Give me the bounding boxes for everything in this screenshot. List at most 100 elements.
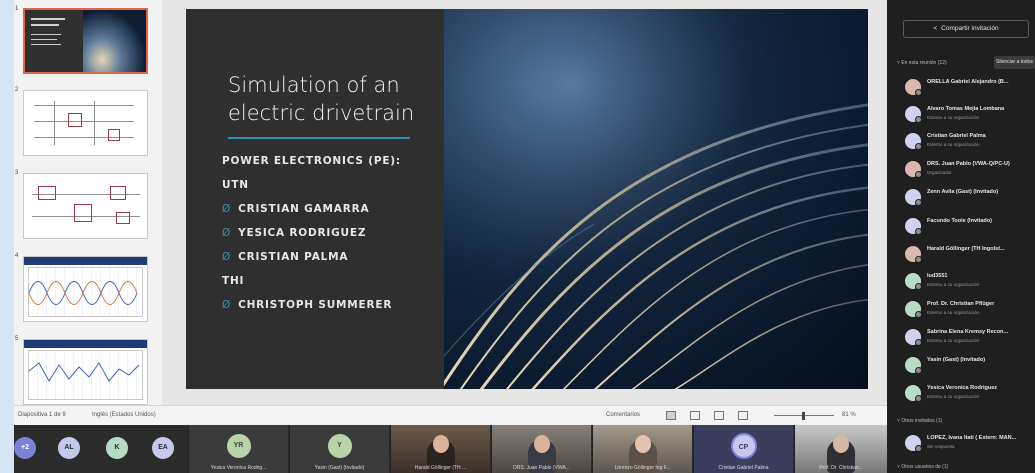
participant-item[interactable]: lud3551 Externo a su organización: [905, 268, 1035, 294]
slide-text-panel: Simulation of an electric drivetrain POW…: [186, 9, 444, 389]
participant-item[interactable]: Yasin (Gast) (Invitado): [905, 352, 1035, 378]
share-icon: <: [933, 25, 938, 32]
slide-line-text: CHRISTOPH SUMMERER: [238, 299, 393, 311]
reading-view-icon[interactable]: [714, 411, 724, 420]
waveform-svg: [28, 281, 138, 305]
tile-name: Harald Göllinger (TH ...: [414, 465, 467, 471]
thumbnail-text-line: [31, 18, 65, 20]
share-invite-button[interactable]: < Compartir invitación: [903, 20, 1029, 38]
participant-video-tile[interactable]: Lorenzo Göllinger Ing F...: [592, 425, 692, 473]
participant-video-tile[interactable]: Harald Göllinger (TH ...: [390, 425, 490, 473]
bullet-glyph: Ø: [222, 203, 232, 215]
tile-avatar: YR: [226, 434, 251, 458]
schematic-block: [108, 129, 120, 141]
participant-name: Harald Göllinger (TH Ingolst...: [927, 246, 1005, 252]
avatar: [905, 106, 922, 123]
teams-participants-panel: < Compartir invitación ˅ En esta reunión …: [887, 0, 1035, 473]
thumbnail-header-bar: [24, 257, 147, 265]
participant-video-tile[interactable]: Prof. Dr. Christian...: [794, 425, 887, 473]
invited-participant-item[interactable]: LOPEZ, Ivana Itati ( Extern: MAN... Sin r…: [905, 430, 1035, 456]
zoom-slider-handle[interactable]: [802, 412, 805, 420]
avatar[interactable]: EA: [152, 437, 174, 459]
participant-item[interactable]: Facundo Toole (Invitado): [905, 213, 1035, 239]
participant-name: lud3551: [927, 273, 948, 279]
normal-view-icon[interactable]: [666, 411, 676, 420]
slide-thumbnail-3[interactable]: [23, 173, 148, 239]
zoom-level[interactable]: 81 %: [842, 412, 856, 418]
participant-item[interactable]: Harald Göllinger (TH Ingolst...: [905, 241, 1035, 267]
slide-sorter-icon[interactable]: [690, 411, 700, 420]
others-attended-label: Otros usuarios de (1): [901, 464, 949, 470]
participant-name: Yasin (Gast) (Invitado): [927, 357, 986, 363]
avatar: [905, 273, 922, 290]
powerpoint-window: 1 2 3 4 5 Simulation of an electric driv…: [14, 0, 887, 425]
slide-thumbnail-1[interactable]: [23, 8, 148, 74]
in-meeting-header[interactable]: ˅ En esta reunión (12): [897, 60, 947, 66]
participant-tile[interactable]: CP Cristian Gabriel Palma: [693, 425, 793, 473]
participant-name: Zenn Avila (Gast) (Invitado): [927, 189, 999, 195]
avatar: [905, 189, 922, 206]
slide-line: THI: [222, 269, 437, 293]
slide-thumbnail-pane[interactable]: 1 2 3 4 5: [14, 0, 162, 405]
slide-line: Ø YESICA RODRIGUEZ: [222, 221, 437, 245]
tile-avatar: CP: [730, 433, 757, 459]
title-underline: [228, 137, 410, 139]
participant-item[interactable]: Zenn Avila (Gast) (Invitado): [905, 184, 1035, 210]
avatar: [905, 161, 922, 178]
slide-counter: Diapositiva 1 de 9: [18, 412, 66, 418]
slide-thumbnail-5[interactable]: [23, 339, 148, 405]
waveform-trace: [28, 281, 138, 305]
proofing-language[interactable]: Inglés (Estados Unidos): [92, 412, 156, 418]
others-attended-header[interactable]: ˅ Otros usuarios de (1): [897, 464, 948, 470]
participant-name: Facundo Toole (Invitado): [927, 218, 992, 224]
slide-line-text: UTN: [222, 179, 249, 191]
participant-video: [432, 435, 449, 453]
avatar: [905, 435, 922, 452]
slide-bullet-list: POWER ELECTRONICS (PE): UTN Ø CRISTIAN GA…: [222, 149, 437, 317]
tile-name: DRS. Juan Pablo (VWA...: [513, 465, 570, 471]
schematic-line: [34, 105, 134, 106]
participant-subtitle: Externo a su organización: [927, 115, 980, 120]
waveform-trace: [28, 362, 140, 382]
participant-item[interactable]: ORELLA Gabriel Alejandro (B...: [905, 74, 1035, 100]
schematic-block: [68, 113, 82, 127]
participant-tile[interactable]: YR Yesica Veronica Rodrig...: [188, 425, 288, 473]
participant-item[interactable]: Sabrina Elena Kremsy Recon... Externo a s…: [905, 324, 1035, 350]
waveform-plot: [28, 350, 143, 400]
slide-editing-area[interactable]: Simulation of an electric drivetrain POW…: [162, 0, 887, 405]
avatar[interactable]: K: [106, 437, 128, 459]
slide-line-text: CRISTIAN GAMARRA: [238, 203, 370, 215]
avatar: [905, 329, 922, 346]
mute-all-button[interactable]: Silenciar a todos: [994, 56, 1035, 69]
thumbnail-text-line: [31, 44, 61, 45]
overflow-participants-avatar[interactable]: +2: [14, 437, 36, 459]
participant-video-tile[interactable]: DRS. Juan Pablo (VWA...: [491, 425, 591, 473]
slide-title: Simulation of an electric drivetrain: [228, 73, 415, 125]
schematic-line: [34, 121, 134, 122]
waveform-svg: [28, 362, 140, 382]
bullet-glyph: Ø: [222, 299, 232, 311]
participant-item[interactable]: Prof. Dr. Christian Pflüger Externo a su …: [905, 296, 1035, 322]
avatar: [905, 246, 922, 263]
participant-video: [533, 435, 550, 453]
others-invited-header[interactable]: ˅ Otros invitados (1): [897, 418, 942, 424]
avatar[interactable]: AL: [58, 437, 80, 459]
participant-tile[interactable]: Y Yasin (Gast) (Invitado): [289, 425, 389, 473]
slide-thumbnail-4[interactable]: [23, 256, 148, 322]
slide-line: POWER ELECTRONICS (PE):: [222, 149, 437, 173]
current-slide[interactable]: Simulation of an electric drivetrain POW…: [186, 9, 868, 389]
share-invite-label: Compartir invitación: [941, 25, 999, 32]
participant-item[interactable]: Alvaro Tomas Mejia Lombana Externo a su o…: [905, 101, 1035, 127]
in-meeting-label: En esta reunión (12): [901, 60, 947, 66]
participant-subtitle: Organizador: [927, 170, 952, 175]
slideshow-icon[interactable]: [738, 411, 748, 420]
comments-button[interactable]: Comentarios: [606, 412, 640, 418]
participant-item[interactable]: DRS. Juan Pablo (VWA-Q/PC-U) Organizador: [905, 156, 1035, 182]
desktop-edge: [0, 0, 14, 473]
participant-name: Sabrina Elena Kremsy Recon...: [927, 329, 1009, 335]
thumbnail-header-bar: [24, 340, 147, 348]
slide-thumbnail-2[interactable]: [23, 90, 148, 156]
participant-item[interactable]: Yesica Veronica Rodriguez Externo a su or…: [905, 380, 1035, 406]
thumbnail-number: 2: [15, 87, 19, 93]
participant-item[interactable]: Cristian Gabriel Palma Externo a su organ…: [905, 128, 1035, 154]
